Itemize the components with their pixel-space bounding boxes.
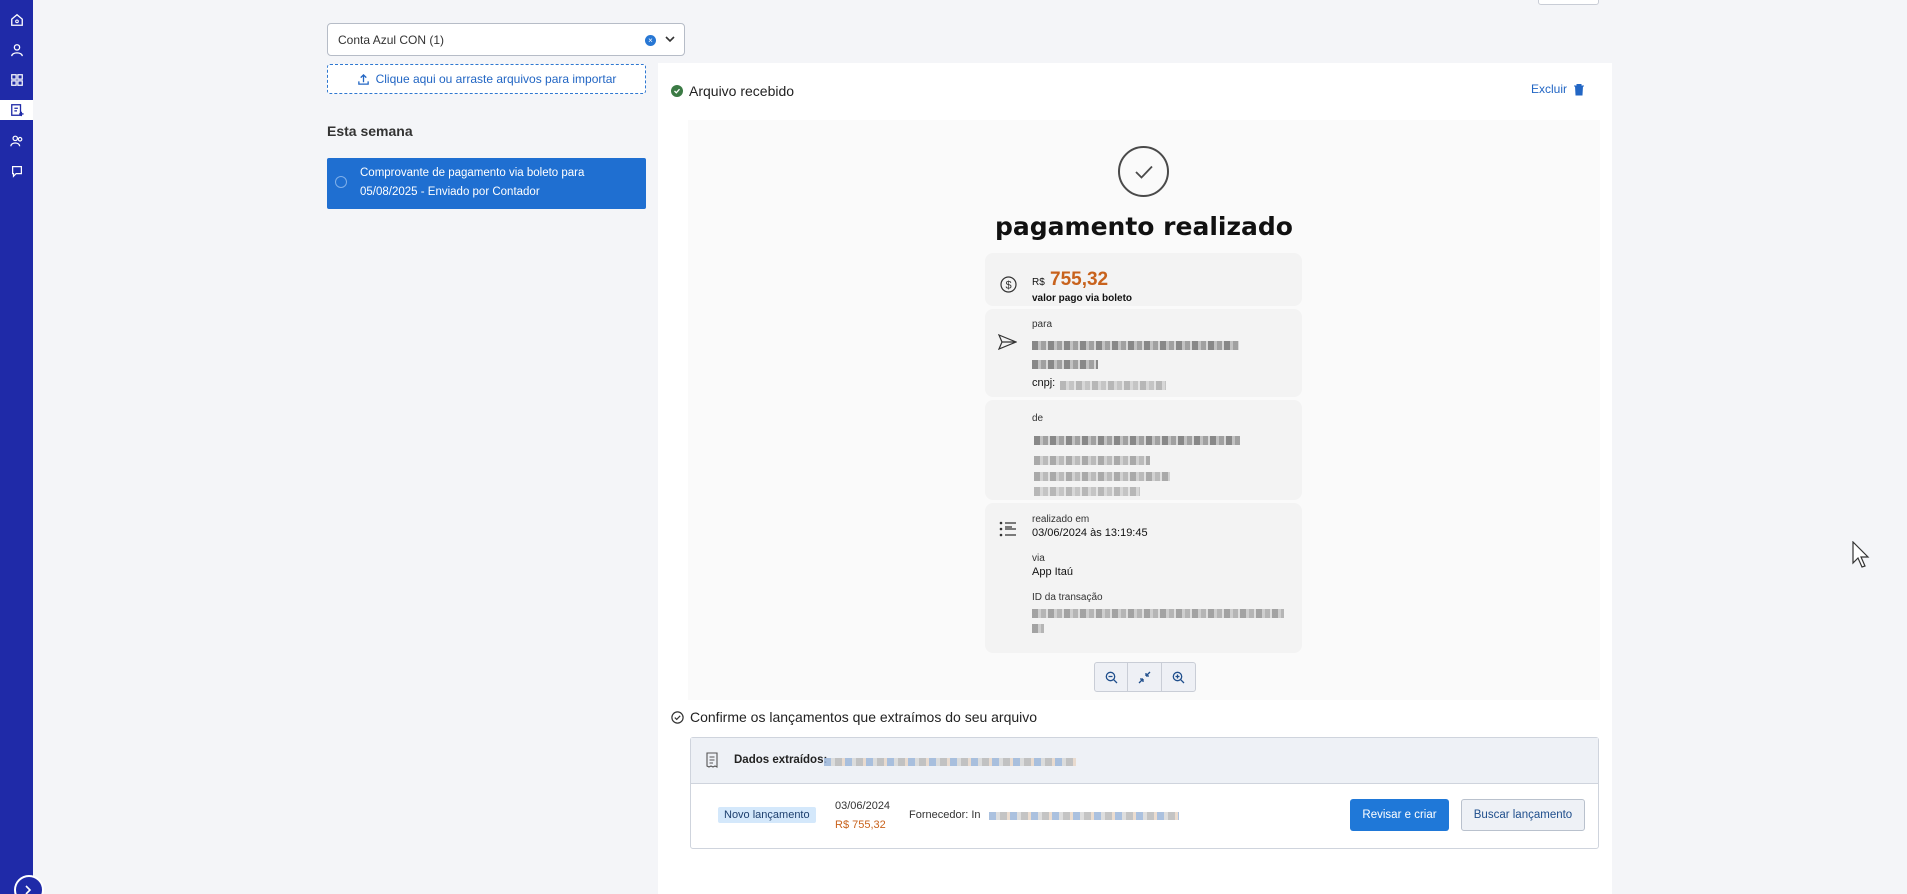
user-icon[interactable] [7,40,26,59]
entry-date: 03/06/2024 [835,800,891,812]
file-received-title: Arquivo recebido [689,83,795,99]
dollar-icon: $ [1000,276,1017,297]
file-received-header: Arquivo recebido [671,83,794,99]
collapse-icon [1138,671,1151,683]
extracted-data-label: Dados extraídos: [734,754,828,766]
list-item-line2: 05/08/2025 - Enviado por Contador [360,186,540,198]
status-badge: Novo lançamento [718,807,816,823]
check-icon [671,85,683,97]
chevron-right-icon [25,885,32,894]
extracted-data-header: Dados extraídos: [691,738,1598,784]
table-row: Novo lançamento 03/06/2024 R$ 755,32 For… [691,784,1598,848]
amount-value: 755,32 [1050,269,1109,290]
review-and-create-button[interactable]: Revisar e criar [1350,799,1449,831]
zoom-out-button[interactable] [1095,663,1129,691]
list-details-icon [999,520,1017,542]
via-value: App Itaú [1032,566,1073,578]
people-icon[interactable] [7,131,26,150]
trash-icon [1574,83,1585,95]
list-item-line1: Comprovante de pagamento via boleto para [360,167,585,179]
document-add-icon[interactable] [0,100,33,120]
receipt-title: pagamento realizado [995,212,1293,241]
upload-icon [357,73,369,85]
zoom-in-button[interactable] [1162,663,1195,691]
confirm-title: Confirme os lançamentos que extraímos do… [690,709,1038,725]
send-icon [997,333,1018,354]
expand-sidebar-button[interactable] [14,875,44,894]
fit-button[interactable] [1128,663,1162,691]
payer-label: de [1032,413,1044,424]
redacted-text [1032,624,1044,633]
redacted-text [1034,472,1170,481]
zoom-out-icon [1105,671,1118,683]
recipient-label: para [1032,319,1053,330]
search-entry-button[interactable]: Buscar lançamento [1461,799,1585,831]
confirm-header: Confirme os lançamentos que extraímos do… [671,709,1037,725]
transaction-id-label: ID da transação [1032,592,1103,603]
check-circle-icon [671,710,684,724]
upload-text: Clique aqui ou arraste arquivos para imp… [375,72,617,86]
redacted-text [824,758,1076,766]
redacted-text [1060,381,1166,390]
via-label: via [1032,553,1045,564]
date-label: realizado em [1032,514,1090,525]
top-button-partial[interactable] [1538,0,1599,5]
apps-icon[interactable] [7,70,26,89]
home-icon[interactable] [7,10,26,29]
amount-caption: valor pago via boleto [1032,293,1133,304]
currency-label: R$ [1032,277,1045,288]
status-icon [335,176,347,188]
redacted-text [1032,360,1098,369]
clear-icon[interactable]: × [645,35,656,46]
mouse-cursor-icon [1852,540,1872,573]
redacted-text [989,812,1179,820]
redacted-text [1034,487,1140,496]
receipt-icon [705,752,719,772]
cnpj-label: cnpj: [1032,377,1056,389]
svg-text:$: $ [1005,280,1011,292]
redacted-text [1034,436,1240,445]
delete-button[interactable]: Excluir [1531,82,1585,96]
redacted-text [1032,609,1284,618]
zoom-controls [1094,662,1196,692]
redacted-text [1034,456,1150,465]
extracted-data-box: Dados extraídos: Novo lançamento 03/06/2… [690,737,1599,849]
upload-dropzone[interactable]: Clique aqui ou arraste arquivos para imp… [327,64,646,94]
redacted-text [1032,341,1239,350]
delete-label: Excluir [1531,82,1568,96]
entry-amount: R$ 755,32 [835,819,886,831]
chevron-down-icon[interactable] [664,33,676,48]
supplier-label: Fornecedor: In [909,809,981,821]
success-check-icon [1118,146,1169,197]
list-item[interactable]: Comprovante de pagamento via boleto para… [327,158,646,209]
chat-icon[interactable] [7,161,26,180]
account-select-value: Conta Azul CON (1) [338,32,445,47]
zoom-in-icon [1172,671,1185,683]
date-value: 03/06/2024 às 13:19:45 [1032,527,1148,539]
account-select[interactable]: Conta Azul CON (1) × [327,23,685,56]
sidebar [0,0,33,894]
section-title: Esta semana [327,123,413,139]
